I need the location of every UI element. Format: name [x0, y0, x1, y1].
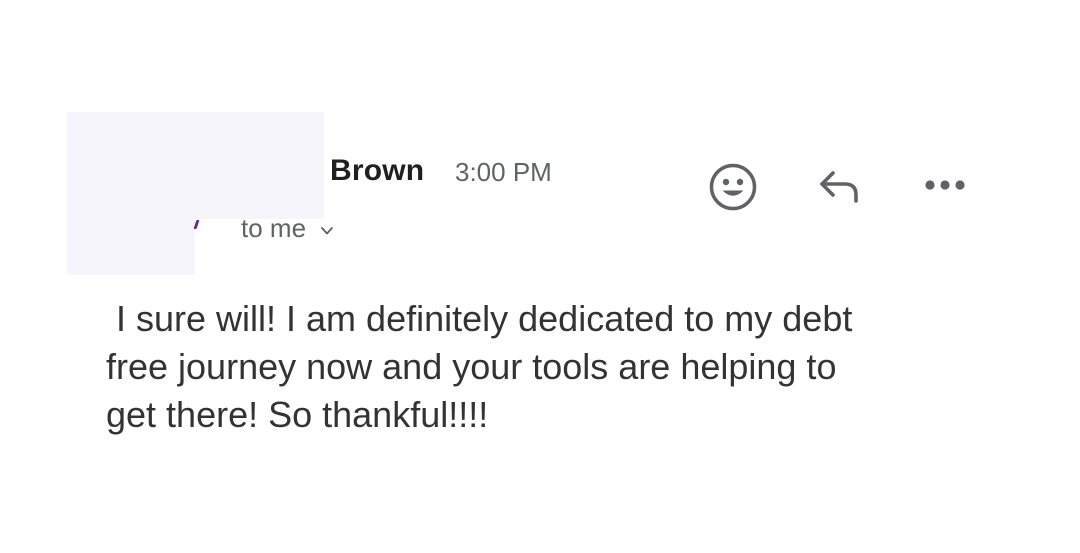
more-horizontal-icon: [925, 180, 965, 190]
recipient-details-toggle[interactable]: to me: [241, 213, 334, 244]
smiley-face-icon: [709, 163, 757, 211]
message-body: I sure will! I am definitely dedicated t…: [106, 295, 986, 439]
sender-name[interactable]: Brown: [330, 154, 424, 188]
chevron-down-icon: [321, 226, 333, 234]
message-body-line: I sure will! I am definitely dedicated t…: [106, 298, 853, 339]
email-message-view: Brown 3:00 PM to me I sure will! I am de…: [0, 0, 1080, 553]
more-options-button[interactable]: [920, 172, 970, 198]
reply-button[interactable]: [814, 164, 866, 208]
recipient-label: to me: [241, 213, 307, 243]
reply-arrow-icon: [820, 171, 858, 203]
message-timestamp: 3:00 PM: [455, 157, 552, 187]
message-body-line: get there! So thankful!!!!: [106, 394, 489, 435]
message-body-line: free journey now and your tools are help…: [106, 346, 837, 387]
redaction-block: [67, 112, 324, 219]
redaction-block: [67, 219, 195, 275]
add-reaction-button[interactable]: [706, 160, 760, 214]
